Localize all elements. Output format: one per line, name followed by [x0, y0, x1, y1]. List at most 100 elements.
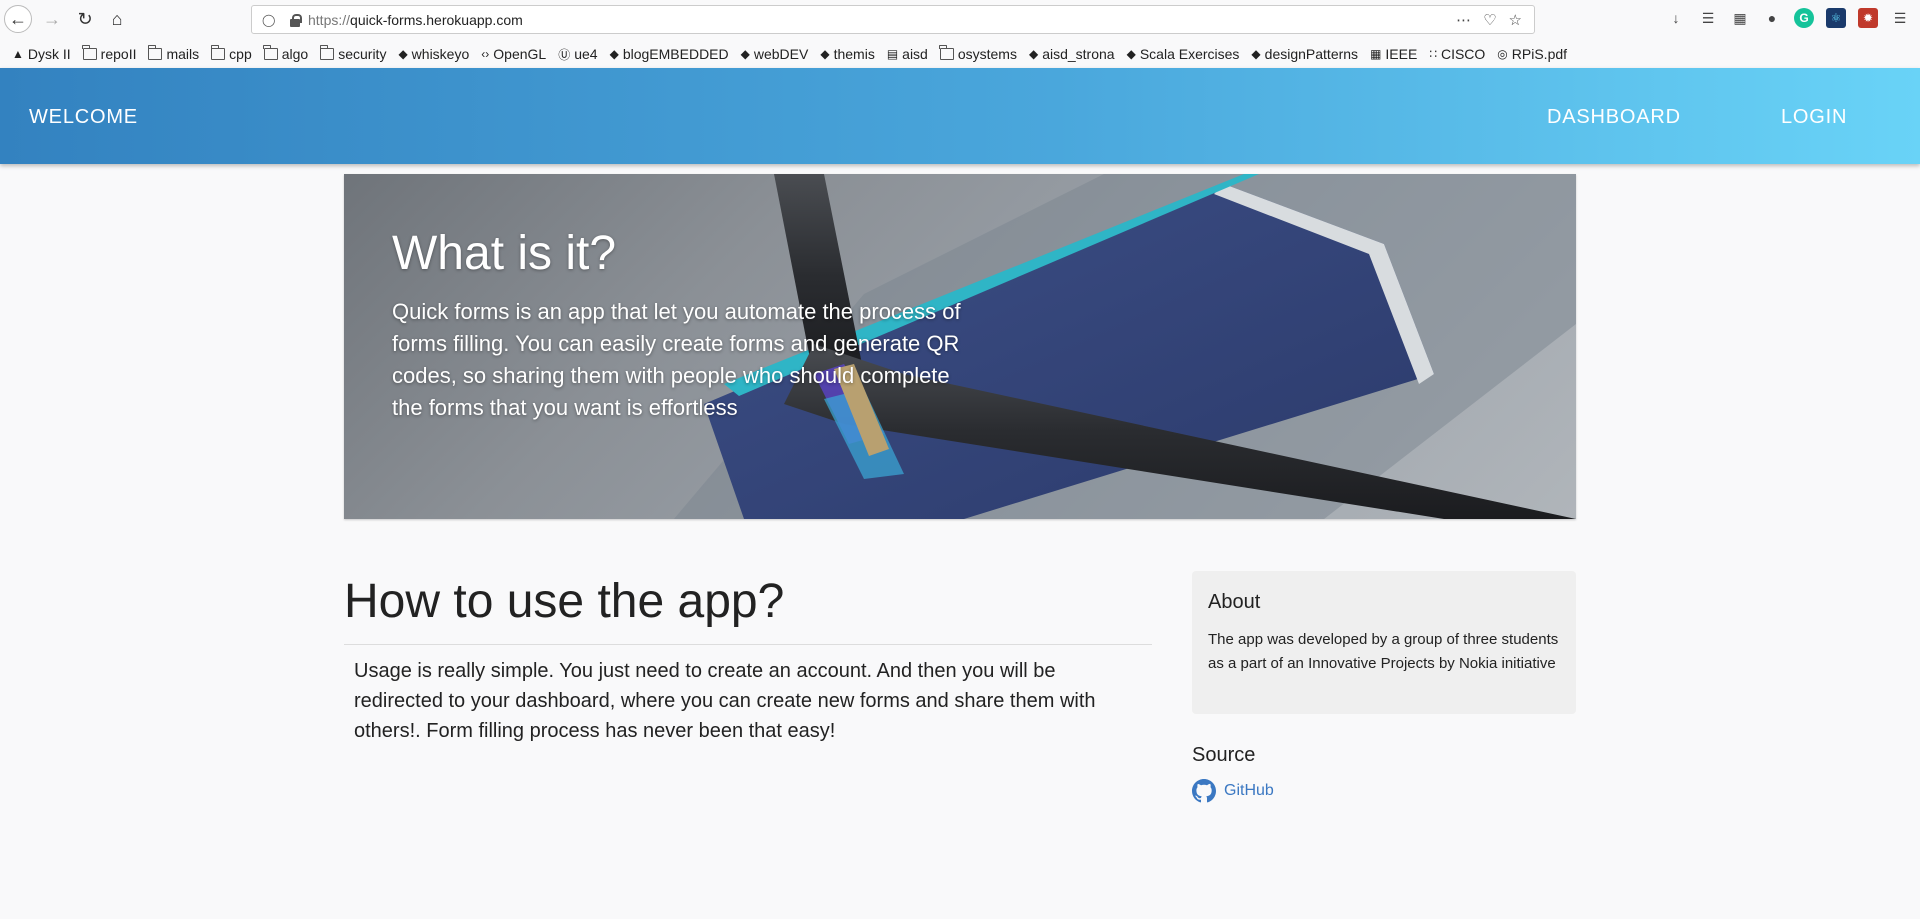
tracking-shield-icon[interactable]: ◯ — [262, 13, 278, 27]
folder-icon — [263, 45, 278, 60]
bookmark-label: Dysk II — [27, 46, 71, 62]
bookmark-item[interactable]: Ⓤue4 — [558, 46, 597, 63]
download-icon[interactable]: ↓ — [1666, 8, 1686, 28]
ieee-icon: ▦ — [1370, 47, 1382, 61]
bookmark-item[interactable]: repoII — [82, 45, 137, 62]
bookmark-item[interactable]: mails — [147, 45, 200, 62]
lock-icon[interactable] — [288, 13, 302, 27]
nav-dashboard-link[interactable]: DASHBOARD — [1547, 106, 1681, 129]
site-icon: ◆ — [1028, 47, 1039, 61]
browser-toolbar: ← → ↻ ⌂ ◯ https://quick-forms.herokuapp.… — [0, 0, 1920, 38]
bookmark-label: ue4 — [574, 46, 598, 62]
extension-icon[interactable]: ✹ — [1858, 8, 1878, 28]
bookmark-star-icon[interactable]: ☆ — [1509, 11, 1522, 29]
account-icon[interactable]: ● — [1762, 8, 1782, 28]
bookmark-label: CISCO — [1440, 46, 1486, 62]
bookmark-label: repoII — [100, 46, 137, 62]
bookmark-label: IEEE — [1385, 46, 1418, 62]
back-arrow-icon[interactable]: ← — [4, 5, 32, 33]
bookmark-label: aisd_strona — [1042, 46, 1115, 62]
bookmark-label: OpenGL — [493, 46, 547, 62]
hero-description: Quick forms is an app that let you autom… — [392, 299, 961, 420]
home-icon[interactable]: ⌂ — [103, 5, 131, 33]
folder-icon — [210, 45, 226, 60]
toolbar-right-icons: ↓ ☰ ▦ ● G ⚛ ✹ ☰ — [1666, 8, 1910, 28]
nav-welcome-link[interactable]: WELCOME — [29, 106, 138, 129]
bookmark-label: cpp — [229, 46, 252, 62]
bookmark-item[interactable]: algo — [263, 45, 309, 62]
bookmark-label: RPiS.pdf — [1511, 46, 1568, 62]
bookmark-item[interactable]: ◆ Scala Exercises — [1127, 46, 1240, 62]
hero-banner: What is it? Quick forms is an app that l… — [344, 174, 1576, 519]
bookmark-label: mails — [166, 46, 200, 62]
about-card: About The app was developed by a group o… — [1192, 571, 1576, 714]
drive-icon: ▲ — [12, 47, 24, 61]
github-label: GitHub — [1224, 782, 1274, 799]
site-icon: ◆ — [398, 47, 408, 61]
bookmark-label: aisd — [902, 46, 928, 62]
library-icon[interactable]: ☰ — [1698, 8, 1718, 28]
bookmark-item[interactable]: ◆ designPatterns — [1251, 46, 1358, 62]
site-header: WELCOME DASHBOARD LOGIN — [0, 68, 1920, 164]
source-title: Source — [1192, 744, 1256, 766]
bookmark-item[interactable]: ◆ blogEMBEDDED — [610, 46, 729, 62]
bookmark-item[interactable]: ▦ IEEE — [1370, 46, 1417, 62]
about-text: The app was developed by a group of thre… — [1208, 631, 1559, 672]
bookmark-label: algo — [281, 46, 309, 62]
bookmark-item[interactable]: ◆ aisd_strona — [1029, 46, 1115, 62]
sidebar-icon[interactable]: ▦ — [1730, 8, 1750, 28]
document-icon: ▤ — [886, 47, 899, 61]
grammarly-icon[interactable]: G — [1794, 8, 1814, 28]
react-devtools-icon[interactable]: ⚛ — [1826, 8, 1846, 28]
bookmark-item[interactable]: security — [319, 45, 387, 62]
nav-login-link[interactable]: LOGIN — [1781, 106, 1847, 129]
bookmark-label: Scala Exercises — [1139, 46, 1240, 62]
page-actions-icon[interactable]: ⋯ — [1456, 11, 1471, 29]
reload-icon[interactable]: ↻ — [71, 5, 99, 33]
url-text[interactable]: https://quick-forms.herokuapp.com — [308, 12, 523, 28]
globe-icon: ◎ — [1497, 47, 1508, 61]
bookmark-item[interactable]: ◆ whiskeyo — [398, 46, 469, 62]
forward-arrow-icon[interactable]: → — [38, 5, 66, 33]
unreal-icon: Ⓤ — [558, 47, 571, 62]
bookmark-item[interactable]: ∷ CISCO — [1429, 46, 1485, 62]
bookmark-item[interactable]: ▲ Dysk II — [12, 46, 71, 62]
github-icon — [1192, 779, 1216, 803]
code-icon: ‹› — [481, 47, 490, 61]
site-icon: ◆ — [820, 47, 830, 61]
address-bar[interactable]: ◯ https://quick-forms.herokuapp.com ⋯ ♡ … — [251, 5, 1535, 34]
site-icon: ◆ — [1126, 47, 1136, 61]
github-link[interactable]: GitHub — [1192, 779, 1274, 803]
bookmark-item[interactable]: ◆ webDEV — [741, 46, 809, 62]
site-icon: ◆ — [609, 47, 619, 61]
bookmark-label: designPatterns — [1264, 46, 1359, 62]
bookmark-item[interactable]: osystems — [939, 45, 1017, 62]
url-protocol: https:// — [308, 11, 351, 28]
folder-icon — [82, 45, 97, 60]
bookmark-label: osystems — [957, 46, 1017, 62]
folder-icon — [319, 45, 335, 60]
hero-title: What is it? — [392, 227, 617, 280]
bookmark-item[interactable]: ◆ themis — [820, 46, 874, 62]
cisco-icon: ∷ — [1429, 47, 1437, 61]
bookmark-item[interactable]: ‹› OpenGL — [481, 46, 546, 62]
bookmark-item[interactable]: ◎ RPiS.pdf — [1497, 46, 1567, 62]
bookmark-label: security — [338, 46, 387, 62]
pocket-icon[interactable]: ♡ — [1483, 11, 1496, 29]
bookmark-label: themis — [833, 46, 875, 62]
menu-icon[interactable]: ☰ — [1890, 8, 1910, 28]
url-actions: ⋯ ♡ ☆ — [1456, 11, 1522, 29]
folder-icon — [147, 45, 163, 60]
bookmark-label: blogEMBEDDED — [622, 46, 729, 62]
folder-icon — [939, 45, 954, 60]
bookmark-item[interactable]: cpp — [210, 45, 252, 62]
bookmark-label: webDEV — [753, 46, 809, 62]
bookmarks-bar: ▲ Dysk II repoII mails cpp algo security ◆ whisk… — [0, 40, 1920, 68]
site-icon: ◆ — [740, 47, 750, 61]
about-title: About — [1208, 591, 1261, 613]
url-host: quick-forms.herokuapp.com — [350, 11, 523, 28]
site-icon: ◆ — [1251, 47, 1261, 61]
divider — [344, 644, 1152, 645]
bookmark-item[interactable]: ▤ aisd — [887, 46, 928, 62]
bookmark-label: whiskeyo — [411, 46, 470, 62]
